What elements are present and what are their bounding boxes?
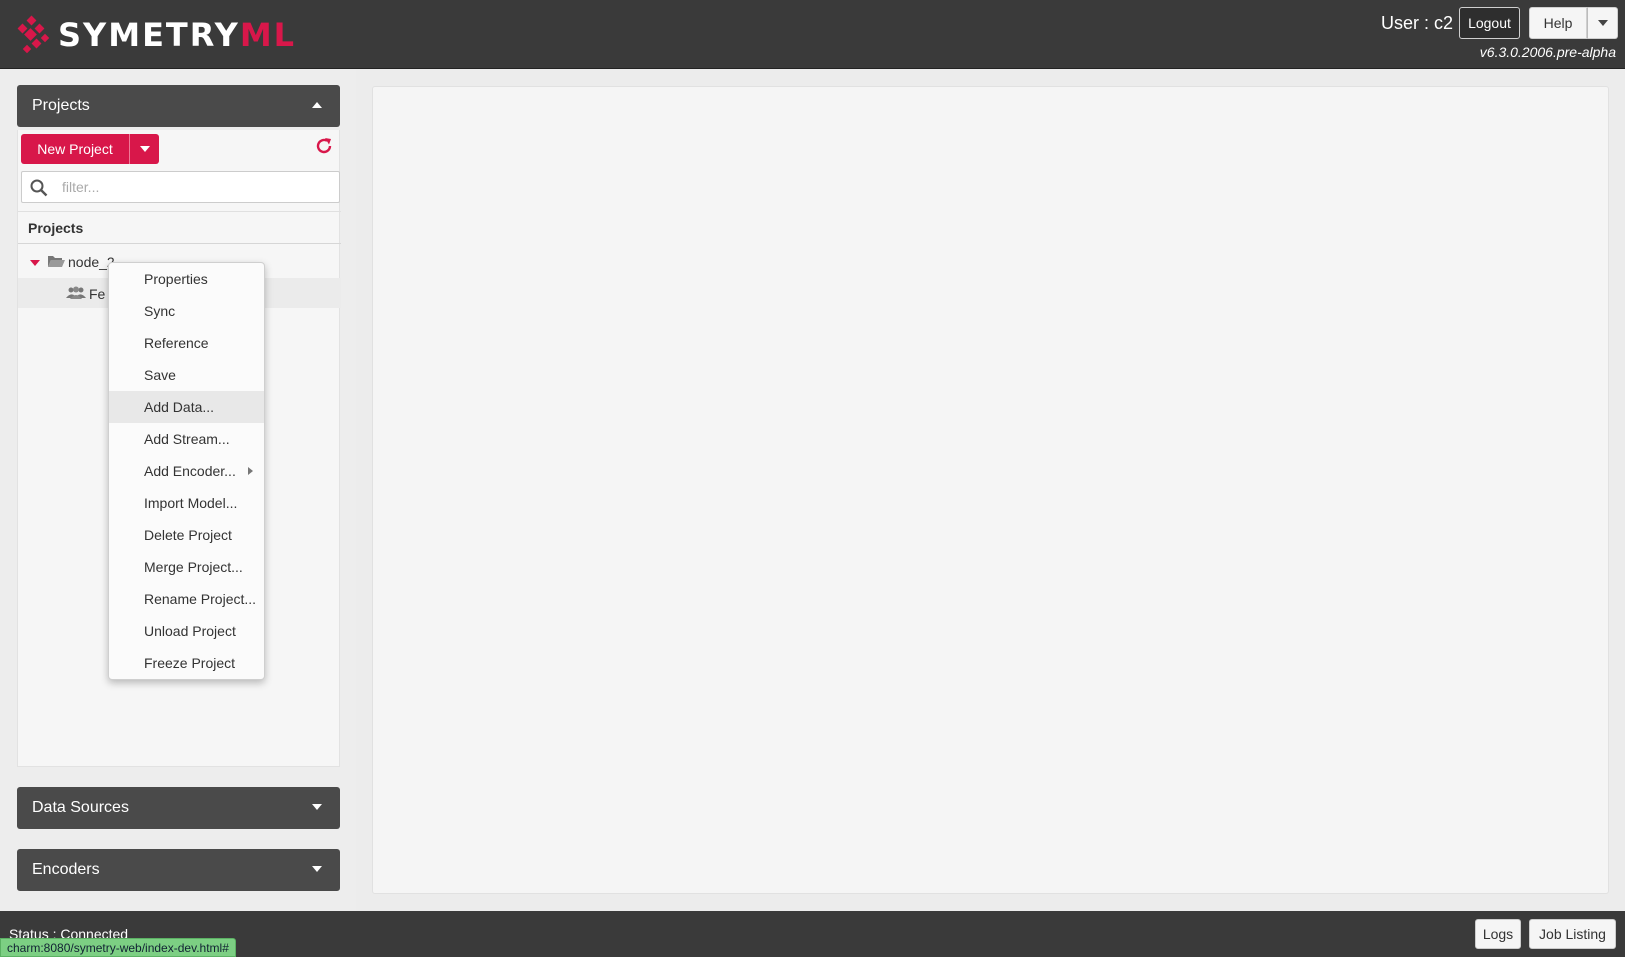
new-project-button[interactable]: New Project [21,134,129,164]
data-sources-panel-header[interactable]: Data Sources [17,787,340,829]
projects-panel-title: Projects [32,97,90,114]
submenu-arrow-icon [248,467,253,475]
status-bar: Status : Connected Logs Job Listing [0,911,1625,957]
version-label: v6.3.0.2006.pre-alpha [1479,44,1616,60]
folder-open-icon [48,256,65,267]
encoders-panel-title: Encoders [32,861,100,878]
project-context-menu: Properties Sync Reference Save Add Data.… [108,262,265,680]
expand-down-icon [312,804,322,810]
menu-item-reference[interactable]: Reference [109,327,264,359]
logout-button[interactable]: Logout [1459,7,1520,39]
users-group-icon [66,286,86,299]
data-sources-panel-title: Data Sources [32,799,129,816]
main-panel [372,86,1609,894]
menu-item-add-stream[interactable]: Add Stream... [109,423,264,455]
project-filter-field [21,171,340,203]
tree-child-label: Fe [89,286,106,302]
symetryml-logo[interactable]: SYMETRYML [16,12,296,58]
user-label: User : c2 [1381,13,1454,33]
menu-item-import-model[interactable]: Import Model... [109,487,264,519]
help-dropdown-button[interactable] [1587,7,1618,39]
encoders-panel-header[interactable]: Encoders [17,849,340,891]
logs-button[interactable]: Logs [1475,919,1521,949]
search-icon [30,179,48,197]
menu-item-sync[interactable]: Sync [109,295,264,327]
menu-item-delete-project[interactable]: Delete Project [109,519,264,551]
menu-item-unload-project[interactable]: Unload Project [109,615,264,647]
menu-item-add-data[interactable]: Add Data... [109,391,264,423]
filter-input[interactable] [62,176,332,198]
collapse-up-icon [312,102,322,108]
main-content-area [356,69,1625,911]
caret-down-icon [1597,20,1608,26]
logo-mark-icon [17,15,50,54]
app-header: SYMETRYML User : c2 Logout Help v6.3.0.2… [0,0,1625,69]
projects-panel-header[interactable]: Projects [17,85,340,127]
menu-item-freeze-project[interactable]: Freeze Project [109,647,264,679]
projects-tree-header: Projects [18,211,341,244]
menu-item-merge-project[interactable]: Merge Project... [109,551,264,583]
new-project-dropdown-button[interactable] [129,134,159,164]
link-url-tooltip: charm:8080/symetry-web/index-dev.html# [0,938,236,957]
menu-item-add-encoder[interactable]: Add Encoder... [109,455,264,487]
job-listing-button[interactable]: Job Listing [1529,919,1616,949]
expand-triangle-icon[interactable] [30,260,40,266]
refresh-icon[interactable] [314,136,334,156]
help-button[interactable]: Help [1529,7,1587,39]
menu-item-rename-project[interactable]: Rename Project... [109,583,264,615]
logo-text: SYMETRYML [58,16,297,54]
expand-down-icon [312,866,322,872]
menu-item-properties[interactable]: Properties [109,263,264,295]
menu-item-save[interactable]: Save [109,359,264,391]
